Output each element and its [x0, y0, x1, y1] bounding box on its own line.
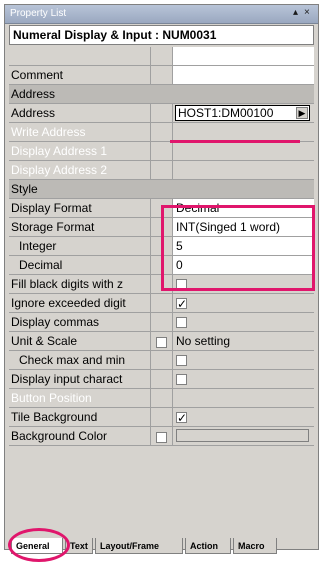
tab-action[interactable]: Action: [185, 538, 231, 554]
prop-row-background-color[interactable]: Background Color: [9, 427, 314, 446]
integer-input[interactable]: 5: [173, 237, 314, 255]
prop-row-display-format[interactable]: Display Format Decimal: [9, 199, 314, 218]
display-input-char-checkbox[interactable]: [176, 374, 187, 386]
prop-row-unit-scale[interactable]: Unit & Scale No setting: [9, 332, 314, 351]
tab-layout-frame[interactable]: Layout/Frame: [95, 538, 183, 554]
tile-background-checkbox[interactable]: [176, 409, 187, 426]
unit-scale-checkbox[interactable]: [156, 337, 167, 349]
display-format-select[interactable]: Decimal: [173, 199, 314, 217]
prop-row-decimal[interactable]: Decimal 0: [9, 256, 314, 275]
fill-black-checkbox[interactable]: [176, 279, 187, 291]
prop-row-ignore-exceeded[interactable]: Ignore exceeded digit: [9, 294, 314, 313]
annotation-ellipse: [8, 528, 70, 562]
prop-row-integer[interactable]: Integer 5: [9, 237, 314, 256]
prop-label: Check max and min: [9, 351, 151, 369]
address-input[interactable]: HOST1:DM00100 ▶: [175, 105, 310, 121]
ignore-exceeded-checkbox[interactable]: [176, 295, 187, 312]
prop-label: Tile Background: [9, 408, 151, 426]
prop-row-fill-black[interactable]: Fill black digits with z: [9, 275, 314, 294]
prop-label: Display commas: [9, 313, 151, 331]
prop-row-address[interactable]: Address HOST1:DM00100 ▶: [9, 104, 314, 123]
decimal-input[interactable]: 0: [173, 256, 314, 274]
title-bar: Property List ▴ ×: [5, 5, 318, 24]
object-header: Numeral Display & Input : NUM0031: [9, 25, 314, 45]
prop-label: Comment: [9, 66, 151, 84]
prop-label: Fill black digits with z: [9, 275, 151, 293]
prop-row-tile-background[interactable]: Tile Background: [9, 408, 314, 427]
blank-row: [9, 47, 314, 66]
prop-row-display-input-char[interactable]: Display input charact: [9, 370, 314, 389]
prop-label: Ignore exceeded digit: [9, 294, 151, 312]
pin-icon[interactable]: ▴: [293, 7, 298, 18]
prop-row-storage-format[interactable]: Storage Format INT(Singed 1 word): [9, 218, 314, 237]
check-max-min-checkbox[interactable]: [176, 355, 187, 367]
prop-label: Background Color: [9, 427, 151, 445]
storage-format-select[interactable]: INT(Singed 1 word): [173, 218, 314, 236]
tab-macro[interactable]: Macro: [233, 538, 277, 554]
prop-label: Button Position: [9, 389, 151, 407]
background-color-swatch[interactable]: [176, 429, 309, 442]
prop-label: Display input charact: [9, 370, 151, 388]
prop-label: Address: [9, 104, 151, 122]
prop-row-display-commas[interactable]: Display commas: [9, 313, 314, 332]
panel-title: Property List: [10, 8, 67, 19]
prop-row-button-position: Button Position: [9, 389, 314, 408]
prop-label: Display Format: [9, 199, 151, 217]
object-title: Numeral Display & Input : NUM0031: [13, 28, 217, 42]
prop-label: Display Address 2: [9, 161, 151, 179]
prop-row-check-max-min[interactable]: Check max and min: [9, 351, 314, 370]
close-icon[interactable]: ×: [304, 7, 310, 18]
display-commas-checkbox[interactable]: [176, 317, 187, 329]
prop-row-comment[interactable]: Comment: [9, 66, 314, 85]
address-picker-icon[interactable]: ▶: [296, 107, 308, 119]
section-style: Style: [9, 180, 314, 199]
prop-label: Display Address 1: [9, 142, 151, 160]
prop-label: Decimal: [9, 256, 151, 274]
prop-label: Storage Format: [9, 218, 151, 236]
comment-value[interactable]: [173, 66, 314, 84]
background-color-checkbox[interactable]: [156, 432, 167, 444]
prop-label: Integer: [9, 237, 151, 255]
prop-row-display-address-1: Display Address 1: [9, 142, 314, 161]
property-list-panel: Property List ▴ × Numeral Display & Inpu…: [4, 4, 319, 550]
unit-scale-value: No setting: [176, 334, 231, 348]
annotation-underline: [170, 140, 300, 143]
prop-label: Write Address: [9, 123, 151, 141]
section-address: Address: [9, 85, 314, 104]
prop-row-display-address-2: Display Address 2: [9, 161, 314, 180]
prop-label: Unit & Scale: [9, 332, 151, 350]
